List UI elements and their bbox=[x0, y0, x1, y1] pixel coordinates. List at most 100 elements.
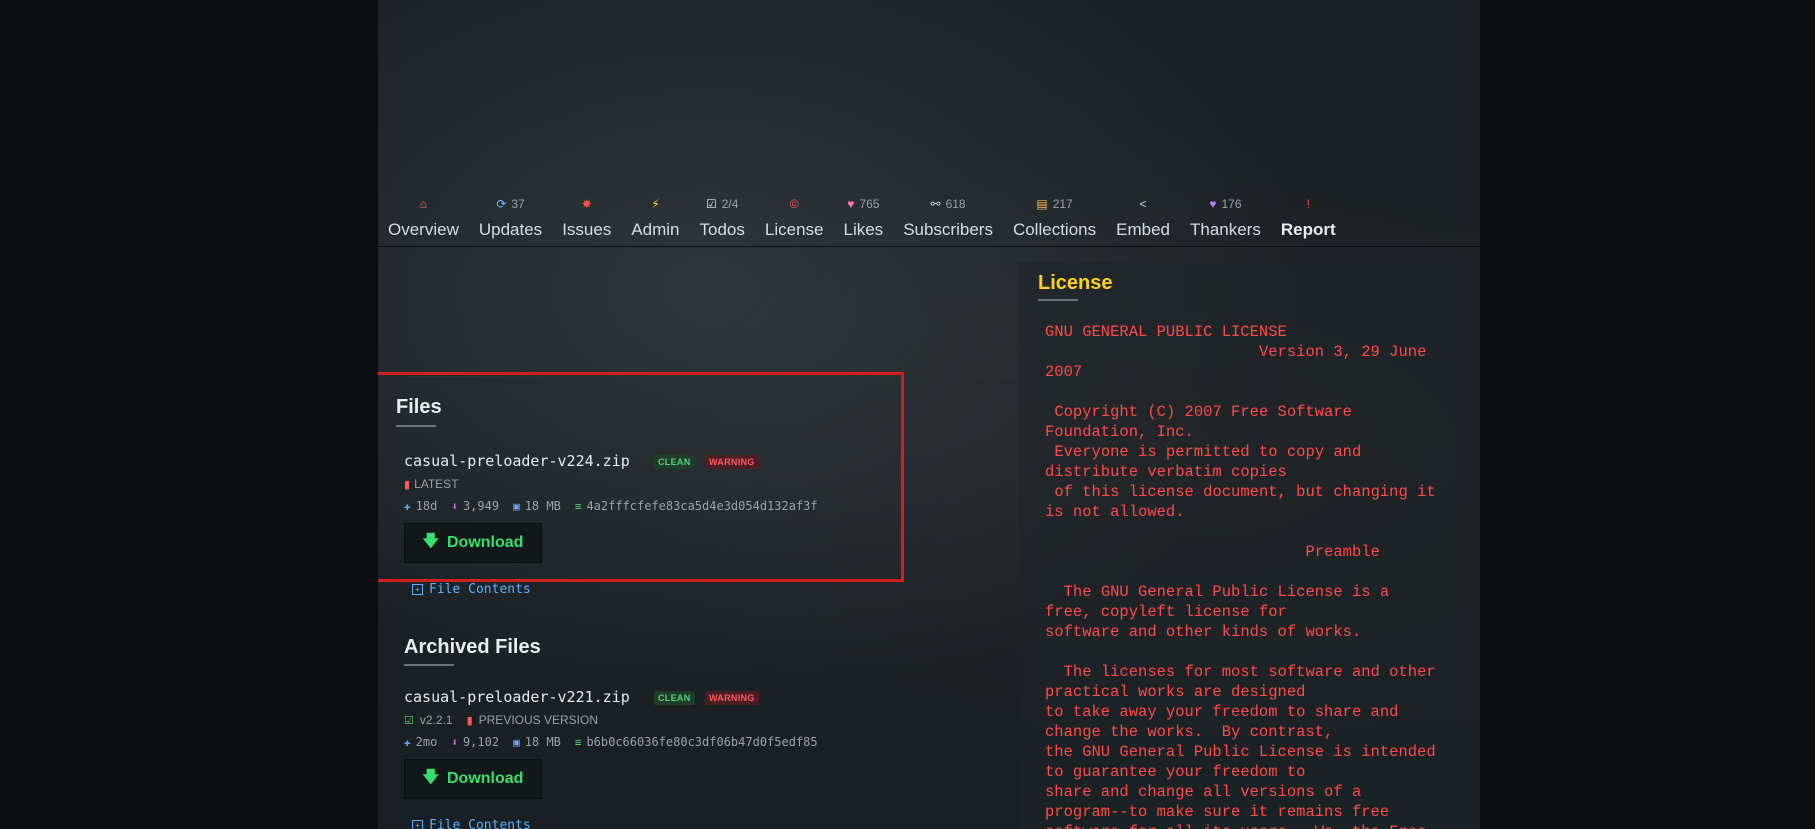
files-title-underline bbox=[396, 425, 436, 427]
hash-icon: ≡ bbox=[574, 499, 582, 513]
license-title: License bbox=[1038, 272, 1113, 294]
tab-count: 765 bbox=[859, 197, 880, 211]
tab-label: Issues bbox=[562, 220, 612, 239]
todos-icon: ☑ bbox=[705, 197, 717, 211]
mod-page: ⌂ Overview ⟳ 37 Updates ✸ Issues ⚡ Admin ☑ 2/4 Todo… bbox=[378, 0, 1480, 829]
overview-icon: ⌂ bbox=[419, 197, 428, 211]
tab-report[interactable]: ! Report bbox=[1271, 192, 1346, 246]
tab-label: Report bbox=[1280, 220, 1336, 239]
file-contents-toggle[interactable]: + File Contents bbox=[412, 582, 531, 597]
book-icon: ▮ bbox=[466, 714, 473, 727]
archived-file-meta: ✚ 2mo ⬇ 9,102 ▣ 18 MB ≡ b6b0c66036fe80c3df06… bbox=[404, 735, 818, 749]
subscribers-icon: ⚯ bbox=[930, 197, 941, 211]
archived-file-hash[interactable]: b6b0c66036fe80c3df06b47d0f5edf85 bbox=[586, 735, 817, 749]
clean-tag: CLEAN bbox=[654, 455, 695, 469]
file-meta: ✚ 18d ⬇ 3,949 ▣ 18 MB ≡ 4a2fffcfefe83ca5d4e3… bbox=[404, 499, 818, 513]
tab-collections[interactable]: ▤ 217 Collections bbox=[1003, 192, 1106, 246]
tab-label: Overview bbox=[388, 220, 459, 239]
tab-overview[interactable]: ⌂ Overview bbox=[378, 192, 469, 246]
tab-label: Updates bbox=[478, 220, 543, 239]
tab-updates[interactable]: ⟳ 37 Updates bbox=[469, 192, 552, 246]
tab-label: Todos bbox=[699, 220, 745, 239]
tab-label: License bbox=[764, 220, 824, 239]
likes-icon: ♥ bbox=[847, 197, 855, 211]
warning-tag[interactable]: WARNING bbox=[705, 455, 759, 469]
tab-meta: © bbox=[790, 192, 799, 216]
tab-label: Collections bbox=[1012, 220, 1097, 239]
license-title-underline bbox=[1038, 299, 1078, 301]
archived-file-name[interactable]: casual-preloader-v221.zip bbox=[404, 688, 630, 706]
tab-meta: ☑ 2/4 bbox=[706, 192, 738, 216]
archived-download-button[interactable]: 🡇 Download bbox=[404, 759, 542, 799]
download-arrow-icon: 🡇 bbox=[422, 768, 439, 786]
tab-label: Subscribers bbox=[903, 220, 993, 239]
expand-icon: + bbox=[412, 820, 423, 829]
license-text: GNU GENERAL PUBLIC LICENSE Version 3, 29… bbox=[1045, 323, 1436, 829]
files-title: Files bbox=[396, 396, 442, 418]
archived-file-status: ☑ v2.2.1 ▮ PREVIOUS VERSION bbox=[404, 713, 598, 727]
archived-download-label: Download bbox=[447, 770, 524, 787]
plus-icon: ✚ bbox=[404, 735, 411, 749]
collections-icon: ▤ bbox=[1036, 197, 1048, 211]
archived-warning-tag[interactable]: WARNING bbox=[705, 691, 759, 705]
tab-meta: < bbox=[1140, 192, 1147, 216]
tab-label: Embed bbox=[1116, 220, 1170, 239]
tab-meta: ⚯ 618 bbox=[931, 192, 966, 216]
file-contents-label: File Contents bbox=[429, 582, 531, 597]
tab-meta: ⟳ 37 bbox=[496, 192, 524, 216]
archived-title-underline bbox=[404, 664, 454, 666]
embed-icon: < bbox=[1139, 197, 1147, 211]
archived-title: Archived Files bbox=[404, 636, 541, 658]
tab-meta: ♥ 176 bbox=[1209, 192, 1241, 216]
tab-admin[interactable]: ⚡ Admin bbox=[621, 192, 689, 246]
tab-label: Likes bbox=[843, 220, 884, 239]
tab-meta: ⚡ bbox=[651, 192, 659, 216]
tab-thankers[interactable]: ♥ 176 Thankers bbox=[1180, 192, 1271, 246]
license-icon: © bbox=[789, 197, 799, 211]
tab-label: Thankers bbox=[1189, 220, 1261, 239]
download-arrow-icon: 🡇 bbox=[422, 532, 439, 550]
issues-icon: ✸ bbox=[581, 197, 592, 211]
tab-count: 2/4 bbox=[721, 197, 739, 211]
archived-download-count: 9,102 bbox=[462, 735, 500, 749]
version-icon: ☑ bbox=[404, 714, 414, 727]
file-status: ▮ LATEST bbox=[404, 477, 459, 491]
file-age: 18d bbox=[415, 499, 438, 513]
report-icon: ! bbox=[1306, 197, 1310, 211]
download-label: Download bbox=[447, 534, 524, 551]
file-hash[interactable]: 4a2fffcfefe83ca5d4e3d054d132af3f bbox=[586, 499, 817, 513]
archived-file-contents-label: File Contents bbox=[429, 818, 531, 829]
tab-count: 618 bbox=[945, 197, 966, 211]
tab-nav: ⌂ Overview ⟳ 37 Updates ✸ Issues ⚡ Admin ☑ 2/4 Todo… bbox=[378, 192, 1480, 247]
tab-meta: ⌂ bbox=[420, 192, 427, 216]
tab-meta: ✸ bbox=[582, 192, 592, 216]
tab-embed[interactable]: < Embed bbox=[1106, 192, 1180, 246]
tab-likes[interactable]: ♥ 765 Likes bbox=[834, 192, 894, 246]
tab-label: Admin bbox=[631, 220, 680, 239]
tab-meta: ▤ 217 bbox=[1036, 192, 1072, 216]
book-icon: ▮ bbox=[404, 478, 411, 491]
archived-file-contents-toggle[interactable]: + File Contents bbox=[412, 818, 531, 829]
archived-status-label: PREVIOUS VERSION bbox=[478, 713, 599, 727]
admin-icon: ⚡ bbox=[651, 197, 660, 211]
tab-meta: ♥ 765 bbox=[847, 192, 879, 216]
file-size: 18 MB bbox=[524, 499, 561, 513]
archived-file-age: 2mo bbox=[415, 735, 438, 749]
hash-icon: ≡ bbox=[574, 735, 582, 749]
disk-icon: ▣ bbox=[513, 499, 520, 513]
tab-license[interactable]: © License bbox=[755, 192, 834, 246]
download-button[interactable]: 🡇 Download bbox=[404, 523, 542, 563]
tab-count: 217 bbox=[1052, 197, 1073, 211]
updates-icon: ⟳ bbox=[496, 197, 507, 211]
tab-issues[interactable]: ✸ Issues bbox=[552, 192, 621, 246]
download-count-icon: ⬇ bbox=[451, 735, 458, 749]
disk-icon: ▣ bbox=[513, 735, 520, 749]
tab-subscribers[interactable]: ⚯ 618 Subscribers bbox=[893, 192, 1003, 246]
plus-icon: ✚ bbox=[404, 499, 411, 513]
thankers-icon: ♥ bbox=[1209, 197, 1217, 211]
file-name[interactable]: casual-preloader-v224.zip bbox=[404, 452, 630, 470]
tab-count: 37 bbox=[511, 197, 525, 211]
archived-clean-tag: CLEAN bbox=[654, 691, 695, 705]
tab-todos[interactable]: ☑ 2/4 Todos bbox=[690, 192, 755, 246]
status-label: LATEST bbox=[414, 477, 459, 491]
